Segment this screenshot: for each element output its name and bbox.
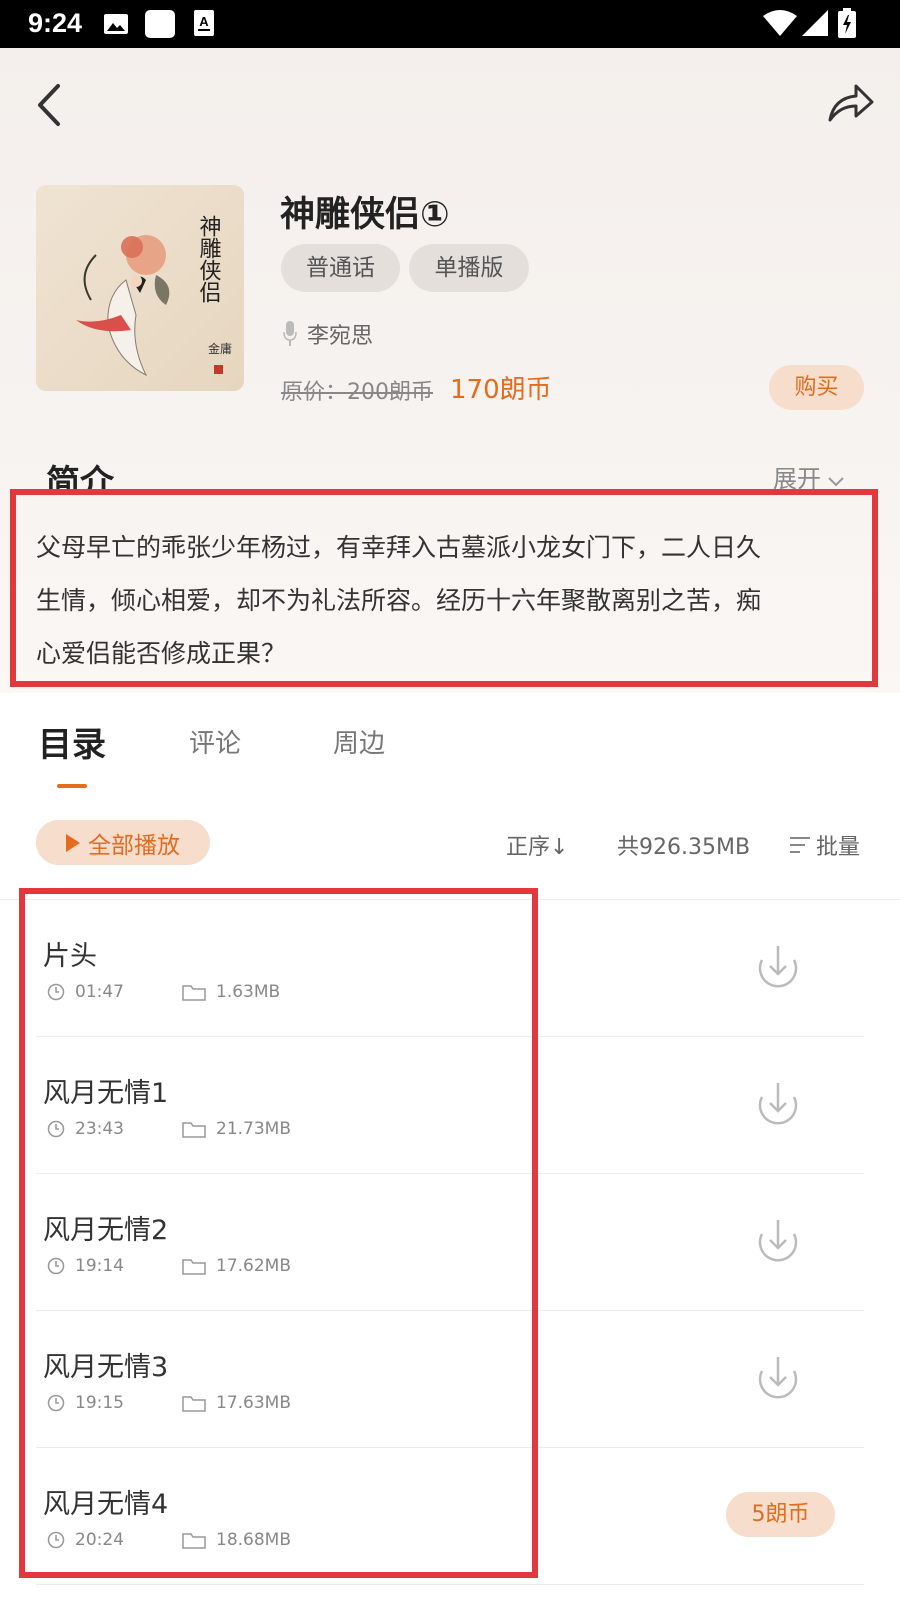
book-title: 神雕侠侣① xyxy=(280,195,450,235)
narrator[interactable]: 李宛思 xyxy=(283,317,373,351)
play-all-label: 全部播放 xyxy=(88,832,180,859)
tag-edition[interactable]: 单播版 xyxy=(409,244,529,292)
expand-button[interactable]: 展开 xyxy=(773,459,845,489)
status-bar: 9:24 A xyxy=(0,0,900,48)
download-icon[interactable] xyxy=(754,1077,802,1127)
play-all-button[interactable]: 全部播放 xyxy=(36,820,210,865)
buy-button[interactable]: 购买 xyxy=(769,365,864,410)
battery-icon xyxy=(838,8,856,38)
image-icon xyxy=(104,14,128,34)
download-icon[interactable] xyxy=(754,1351,802,1401)
svg-text:金庸: 金庸 xyxy=(208,341,232,356)
tab-bar: 目录 评论 周边 xyxy=(0,693,900,793)
intro-highlight-box xyxy=(10,489,878,687)
download-icon[interactable] xyxy=(754,1214,802,1264)
play-icon xyxy=(66,833,80,852)
current-price: 170朗币 xyxy=(450,375,552,405)
expand-label: 展开 xyxy=(773,465,821,489)
total-size: 共926.35MB xyxy=(617,835,751,860)
tab-merch[interactable]: 周边 xyxy=(333,723,385,760)
intro-heading: 简介 xyxy=(46,463,114,489)
signal-icon xyxy=(802,10,828,36)
tab-comments[interactable]: 评论 xyxy=(189,723,241,760)
batch-button[interactable]: 批量 xyxy=(790,829,860,861)
chevron-down-icon xyxy=(828,477,844,487)
narrator-name: 李宛思 xyxy=(307,324,374,349)
svg-text:A: A xyxy=(199,14,209,29)
blank-notification-icon xyxy=(145,10,175,38)
share-button[interactable] xyxy=(826,80,876,126)
book-cover[interactable]: 神雕侠侣 金庸 xyxy=(36,185,244,391)
sort-button[interactable]: 正序↓ xyxy=(506,829,568,861)
text-a-icon: A xyxy=(194,10,214,36)
list-highlight-box xyxy=(19,888,538,1578)
original-price: 原价：200朗币 xyxy=(281,380,433,405)
back-button[interactable] xyxy=(30,80,70,130)
cover-calligraphy: 神雕侠侣 xyxy=(196,215,222,303)
status-time: 9:24 xyxy=(28,8,83,38)
microphone-icon xyxy=(283,321,297,346)
cover-illustration: 神雕侠侣 金庸 xyxy=(76,215,232,377)
list-icon xyxy=(790,837,810,853)
buy-episode-button[interactable]: 5朗币 xyxy=(726,1492,835,1537)
tag-language[interactable]: 普通话 xyxy=(281,244,400,292)
wifi-icon xyxy=(763,10,797,36)
download-icon[interactable] xyxy=(754,940,802,990)
batch-label: 批量 xyxy=(816,835,861,860)
tab-indicator xyxy=(57,784,87,788)
tab-catalog[interactable]: 目录 xyxy=(38,717,106,766)
